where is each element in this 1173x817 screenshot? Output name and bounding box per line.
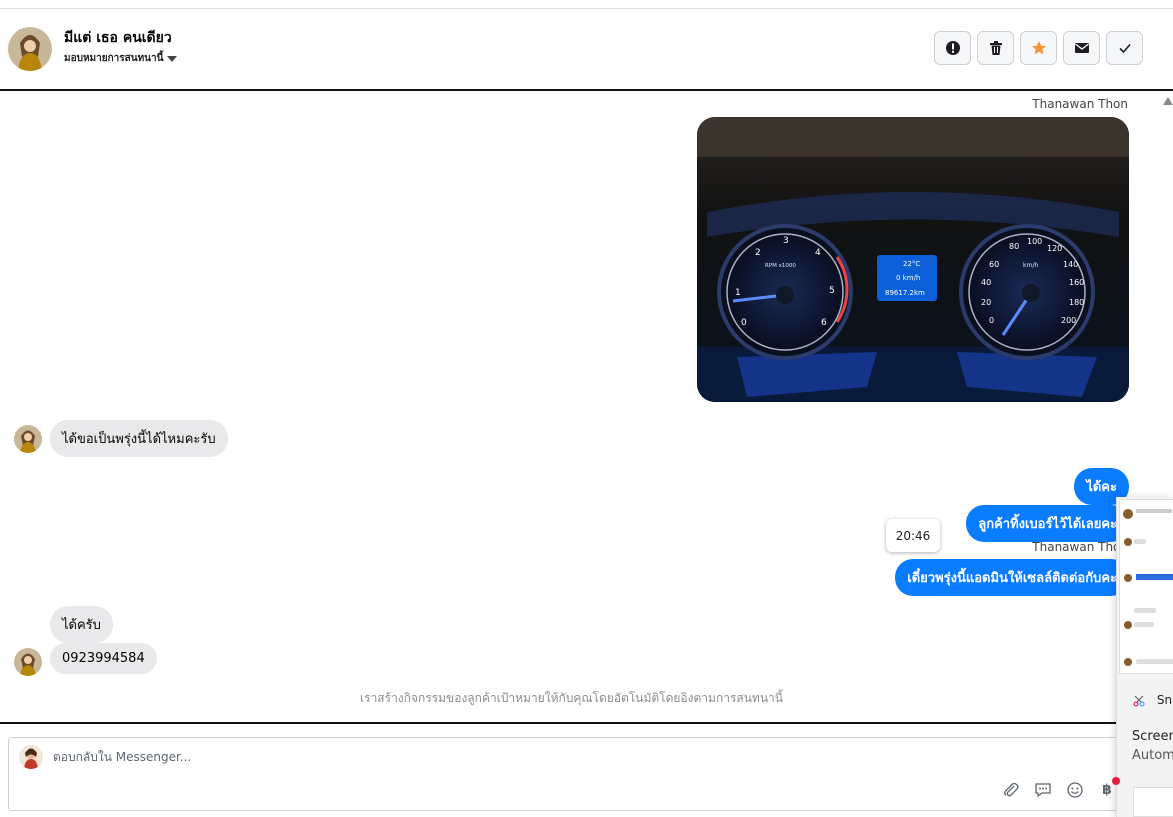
svg-text:0: 0: [741, 318, 747, 328]
odometer-readout: 89617.2km: [885, 289, 925, 297]
snipping-tool-notification[interactable]: Sni Screen Autom: [1116, 497, 1173, 817]
paperclip-icon[interactable]: [1001, 780, 1021, 800]
composer-tools: ฿: [1001, 780, 1117, 800]
svg-text:6: 6: [821, 318, 827, 328]
incoming-message[interactable]: 0923994584: [50, 643, 157, 674]
svg-text:180: 180: [1069, 298, 1084, 307]
snip-subtitle: Autom: [1132, 748, 1173, 763]
svg-text:0: 0: [989, 316, 994, 325]
svg-text:120: 120: [1047, 244, 1062, 253]
message-thread[interactable]: Thanawan Thon 1 2 3 4 5 6 0 RPM x1000 22…: [0, 89, 1173, 724]
speed-readout: 0 km/h: [896, 274, 920, 282]
check-icon: [1118, 43, 1131, 54]
sender-name: Thanawan Thon: [1032, 97, 1128, 111]
exclamation-icon: [945, 41, 960, 55]
trash-icon: [989, 41, 1002, 55]
snip-app-label: Sni: [1156, 693, 1173, 707]
outgoing-message[interactable]: เดี๋ยวพรุ่งนี้แอดมินให้เซลล์ติดต่อกับคะ: [895, 559, 1129, 596]
svg-text:80: 80: [1009, 242, 1019, 251]
svg-text:100: 100: [1027, 237, 1042, 246]
mark-unread-button[interactable]: [1063, 31, 1100, 65]
emoji-icon[interactable]: [1065, 780, 1085, 800]
notification-dot: [1112, 777, 1120, 785]
envelope-icon: [1074, 43, 1089, 53]
snipping-tool-icon: [1133, 695, 1145, 706]
conversation-header: มีแต่ เธอ คนเดียว มอบหมายการสนทนานี้: [0, 9, 1173, 89]
svg-text:40: 40: [981, 278, 991, 287]
contact-avatar[interactable]: [8, 27, 52, 71]
saved-reply-icon[interactable]: [1033, 780, 1053, 800]
outgoing-message[interactable]: ลูกค้าทิ้งเบอร์ไว้ได้เลยคะ: [966, 505, 1129, 542]
assign-conversation-dropdown[interactable]: มอบหมายการสนทนานี้: [64, 51, 178, 66]
reply-composer: ฿: [8, 737, 1158, 811]
contact-name: มีแต่ เธอ คนเดียว: [64, 30, 172, 46]
svg-text:140: 140: [1063, 260, 1078, 269]
activity-note: เราสร้างกิจกรรมของลูกค้าเป้าหมายให้กับคุ…: [360, 691, 783, 705]
report-button[interactable]: [934, 31, 971, 65]
star-icon: [1031, 41, 1046, 55]
scroll-up-arrow-icon[interactable]: [1163, 97, 1173, 105]
incoming-message[interactable]: ได้ครับ: [50, 606, 113, 643]
header-actions: [934, 31, 1143, 65]
temp-readout: 22°C: [903, 260, 920, 268]
svg-text:160: 160: [1069, 278, 1084, 287]
snip-action-button[interactable]: [1133, 787, 1173, 817]
reply-input[interactable]: [53, 750, 653, 764]
svg-text:4: 4: [815, 248, 821, 258]
incoming-message[interactable]: ได้ขอเป็นพรุ่งนี้ได้ไหมคะรับ: [50, 420, 228, 457]
svg-text:5: 5: [829, 286, 835, 296]
svg-text:3: 3: [783, 236, 789, 246]
contact-avatar-small: [14, 425, 42, 453]
screenshot-thumbnail: [1119, 499, 1173, 674]
tach-unit: RPM x1000: [765, 263, 796, 269]
svg-text:2: 2: [755, 248, 761, 258]
caret-down-icon: [167, 55, 178, 62]
assign-label: มอบหมายการสนทนานี้: [64, 53, 164, 64]
speed-unit: km/h: [1023, 262, 1038, 269]
sender-name: Thanawan Thon: [1032, 540, 1128, 554]
svg-text:20: 20: [981, 298, 991, 307]
contact-avatar-small: [14, 648, 42, 676]
mark-done-button[interactable]: [1106, 31, 1143, 65]
delete-button[interactable]: [977, 31, 1014, 65]
svg-text:200: 200: [1061, 316, 1076, 325]
svg-text:60: 60: [989, 260, 999, 269]
page-avatar: [19, 745, 43, 769]
star-button[interactable]: [1020, 31, 1057, 65]
svg-text:1: 1: [735, 288, 741, 298]
attached-photo[interactable]: 1 2 3 4 5 6 0 RPM x1000 22°C 0 km/h 8961…: [697, 117, 1129, 402]
timestamp-tooltip: 20:46: [886, 519, 940, 552]
snip-title: Screen: [1132, 729, 1173, 744]
snip-app-row: Sni: [1133, 693, 1173, 707]
